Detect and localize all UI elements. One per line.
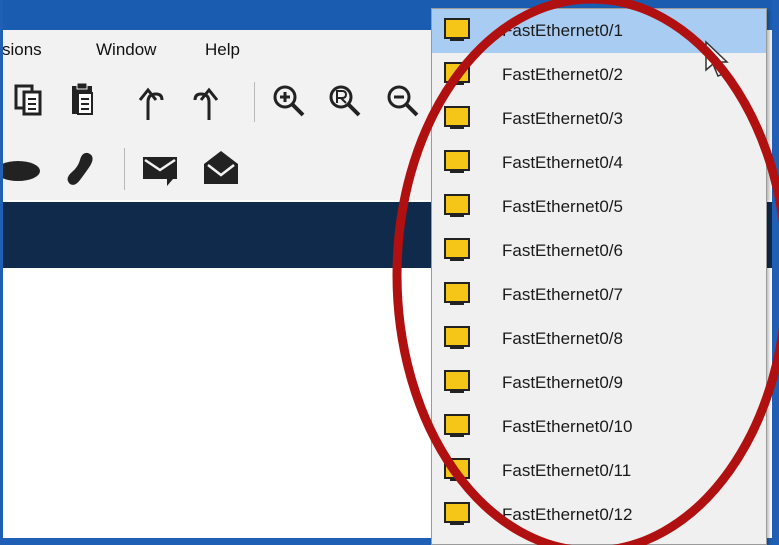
annotation-ellipse [392, 0, 779, 545]
